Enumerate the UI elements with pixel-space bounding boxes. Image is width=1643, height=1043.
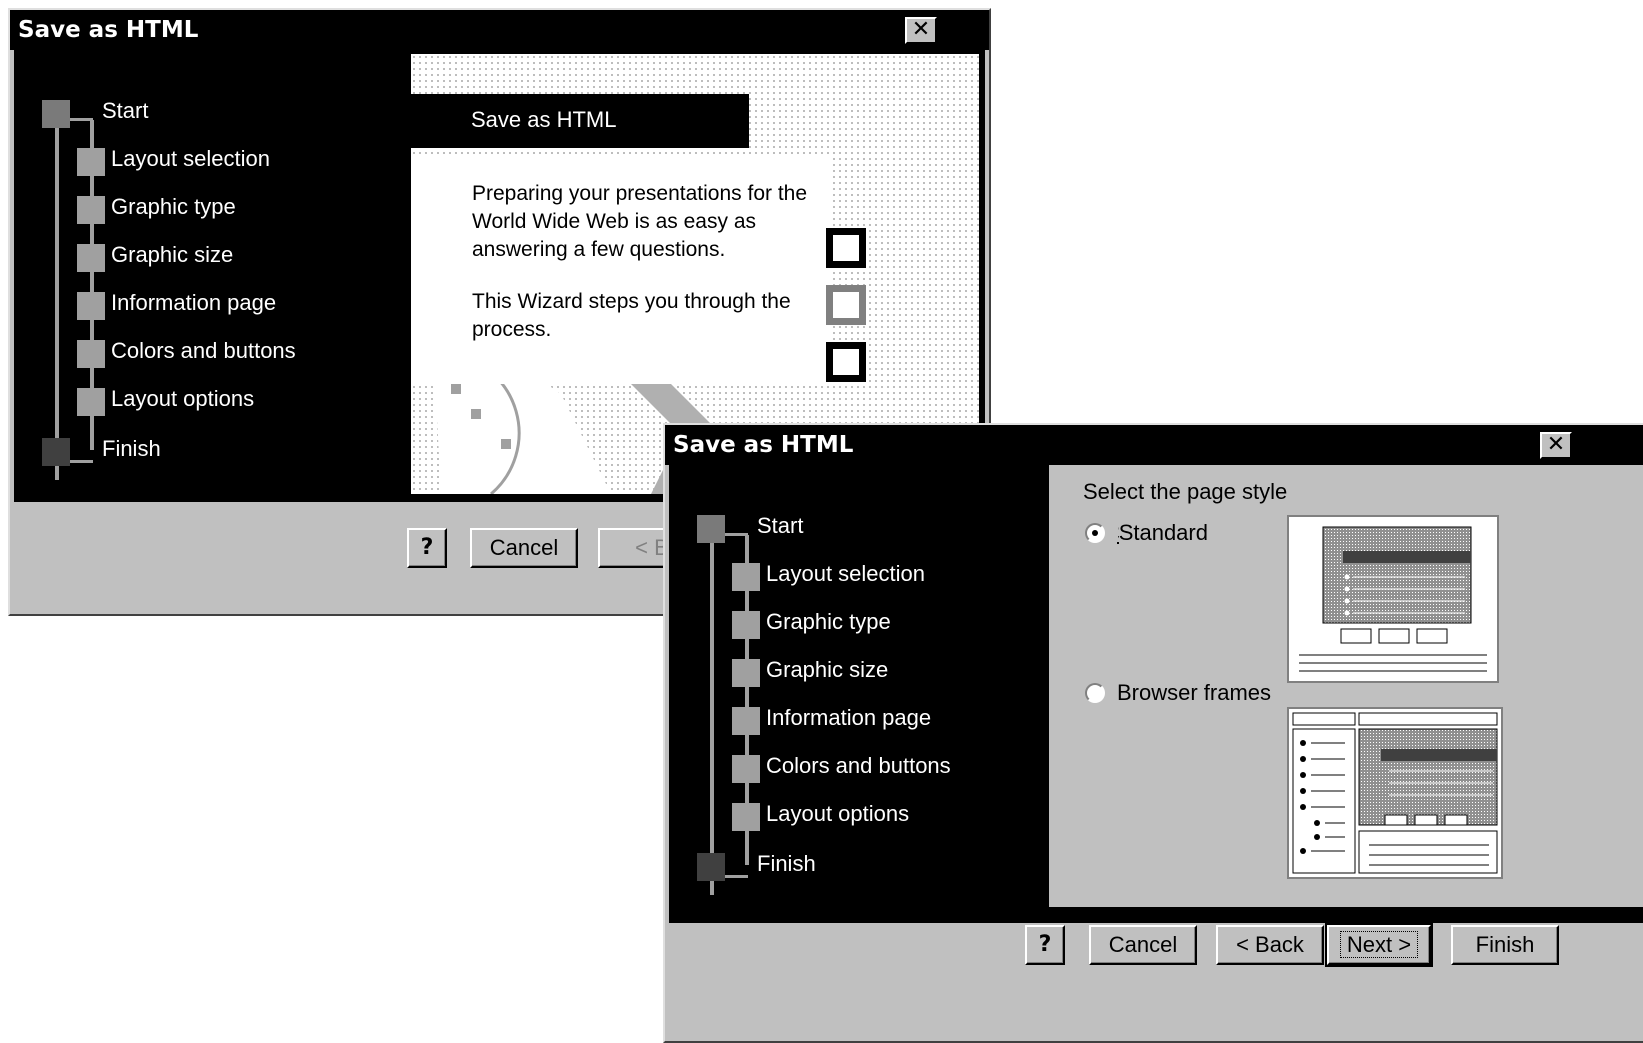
step-label: Graphic type xyxy=(111,194,236,219)
standard-layout-preview xyxy=(1287,515,1499,683)
welcome-banner: Save as HTML xyxy=(411,94,749,148)
step-marker-finish xyxy=(697,853,725,881)
dialog-title: Save as HTML xyxy=(673,432,854,458)
step-list: Start Layout selection Graphic type Grap… xyxy=(14,50,414,502)
step-marker xyxy=(732,563,760,591)
step-list: Start Layout selection Graphic type Grap… xyxy=(669,465,1049,923)
page-style-panel: Select the page style SStandard Browser … xyxy=(1049,465,1643,907)
step-label: Information page xyxy=(766,705,932,730)
decorative-square-icon xyxy=(826,285,866,325)
standard-preview-graphic xyxy=(1299,526,1487,672)
step-label: Layout options xyxy=(766,801,910,826)
browser-frames-layout-preview xyxy=(1287,707,1503,879)
page-style-prompt: Select the page style xyxy=(1083,479,1288,504)
finish-button[interactable]: Finish xyxy=(1451,925,1559,965)
step-marker xyxy=(77,292,105,320)
standard-radio[interactable] xyxy=(1085,523,1105,543)
intro-paragraph: This Wizard steps you through the proces… xyxy=(472,290,791,341)
step-marker-start xyxy=(697,515,725,543)
step-marker-finish xyxy=(42,438,70,466)
decorative-square-icon xyxy=(826,342,866,382)
step-label: Layout selection xyxy=(111,146,270,171)
step-connector xyxy=(55,110,59,480)
step-marker xyxy=(77,244,105,272)
step-label: Start xyxy=(757,513,804,538)
standard-option-label[interactable]: SStandard xyxy=(1117,520,1208,546)
next-button-label: Next > xyxy=(1339,931,1419,958)
decorative-square-icon xyxy=(826,228,866,268)
dialog-title: Save as HTML xyxy=(18,17,199,43)
close-button[interactable]: ✕ xyxy=(905,17,937,44)
step-marker xyxy=(77,388,105,416)
cancel-button[interactable]: Cancel xyxy=(470,528,578,568)
help-button[interactable]: ? xyxy=(1025,925,1065,965)
step-label: Layout options xyxy=(111,386,255,411)
cancel-button[interactable]: Cancel xyxy=(1089,925,1197,965)
step-marker xyxy=(732,803,760,831)
banner-title: Save as HTML xyxy=(471,107,617,132)
title-bar: Save as HTML ✕ xyxy=(10,10,989,50)
close-button[interactable]: ✕ xyxy=(1540,432,1572,459)
step-marker xyxy=(732,707,760,735)
next-button[interactable]: Next > xyxy=(1325,923,1433,967)
save-as-html-page-style-dialog: Save as HTML ✕ Start Layout selection Gr… xyxy=(663,423,1643,1043)
step-marker xyxy=(77,340,105,368)
browser-frames-option-label[interactable]: Browser frames xyxy=(1117,680,1271,706)
help-button[interactable]: ? xyxy=(407,528,447,568)
intro-paragraph: Preparing your presentations for the Wor… xyxy=(472,182,808,261)
step-marker xyxy=(732,755,760,783)
step-label: Graphic size xyxy=(111,242,234,267)
wizard-body: Start Layout selection Graphic type Grap… xyxy=(669,465,1643,923)
step-marker xyxy=(732,659,760,687)
step-marker-start xyxy=(42,100,70,128)
step-label: Colors and buttons xyxy=(111,338,296,363)
step-label: Information page xyxy=(111,290,277,315)
title-bar: Save as HTML ✕ xyxy=(665,425,1643,465)
step-label: Graphic type xyxy=(766,609,891,634)
step-label: Start xyxy=(102,98,149,123)
step-label: Graphic size xyxy=(766,657,889,682)
back-button[interactable]: < Back xyxy=(1216,925,1324,965)
browser-frames-radio[interactable] xyxy=(1085,683,1105,703)
step-label: Finish xyxy=(757,851,816,876)
step-marker xyxy=(77,148,105,176)
step-label: Layout selection xyxy=(766,561,925,586)
step-marker xyxy=(732,611,760,639)
step-label: Colors and buttons xyxy=(766,753,951,778)
step-connector xyxy=(710,525,714,895)
frames-preview-graphic xyxy=(1292,712,1498,874)
step-marker xyxy=(77,196,105,224)
step-label: Finish xyxy=(102,436,161,461)
